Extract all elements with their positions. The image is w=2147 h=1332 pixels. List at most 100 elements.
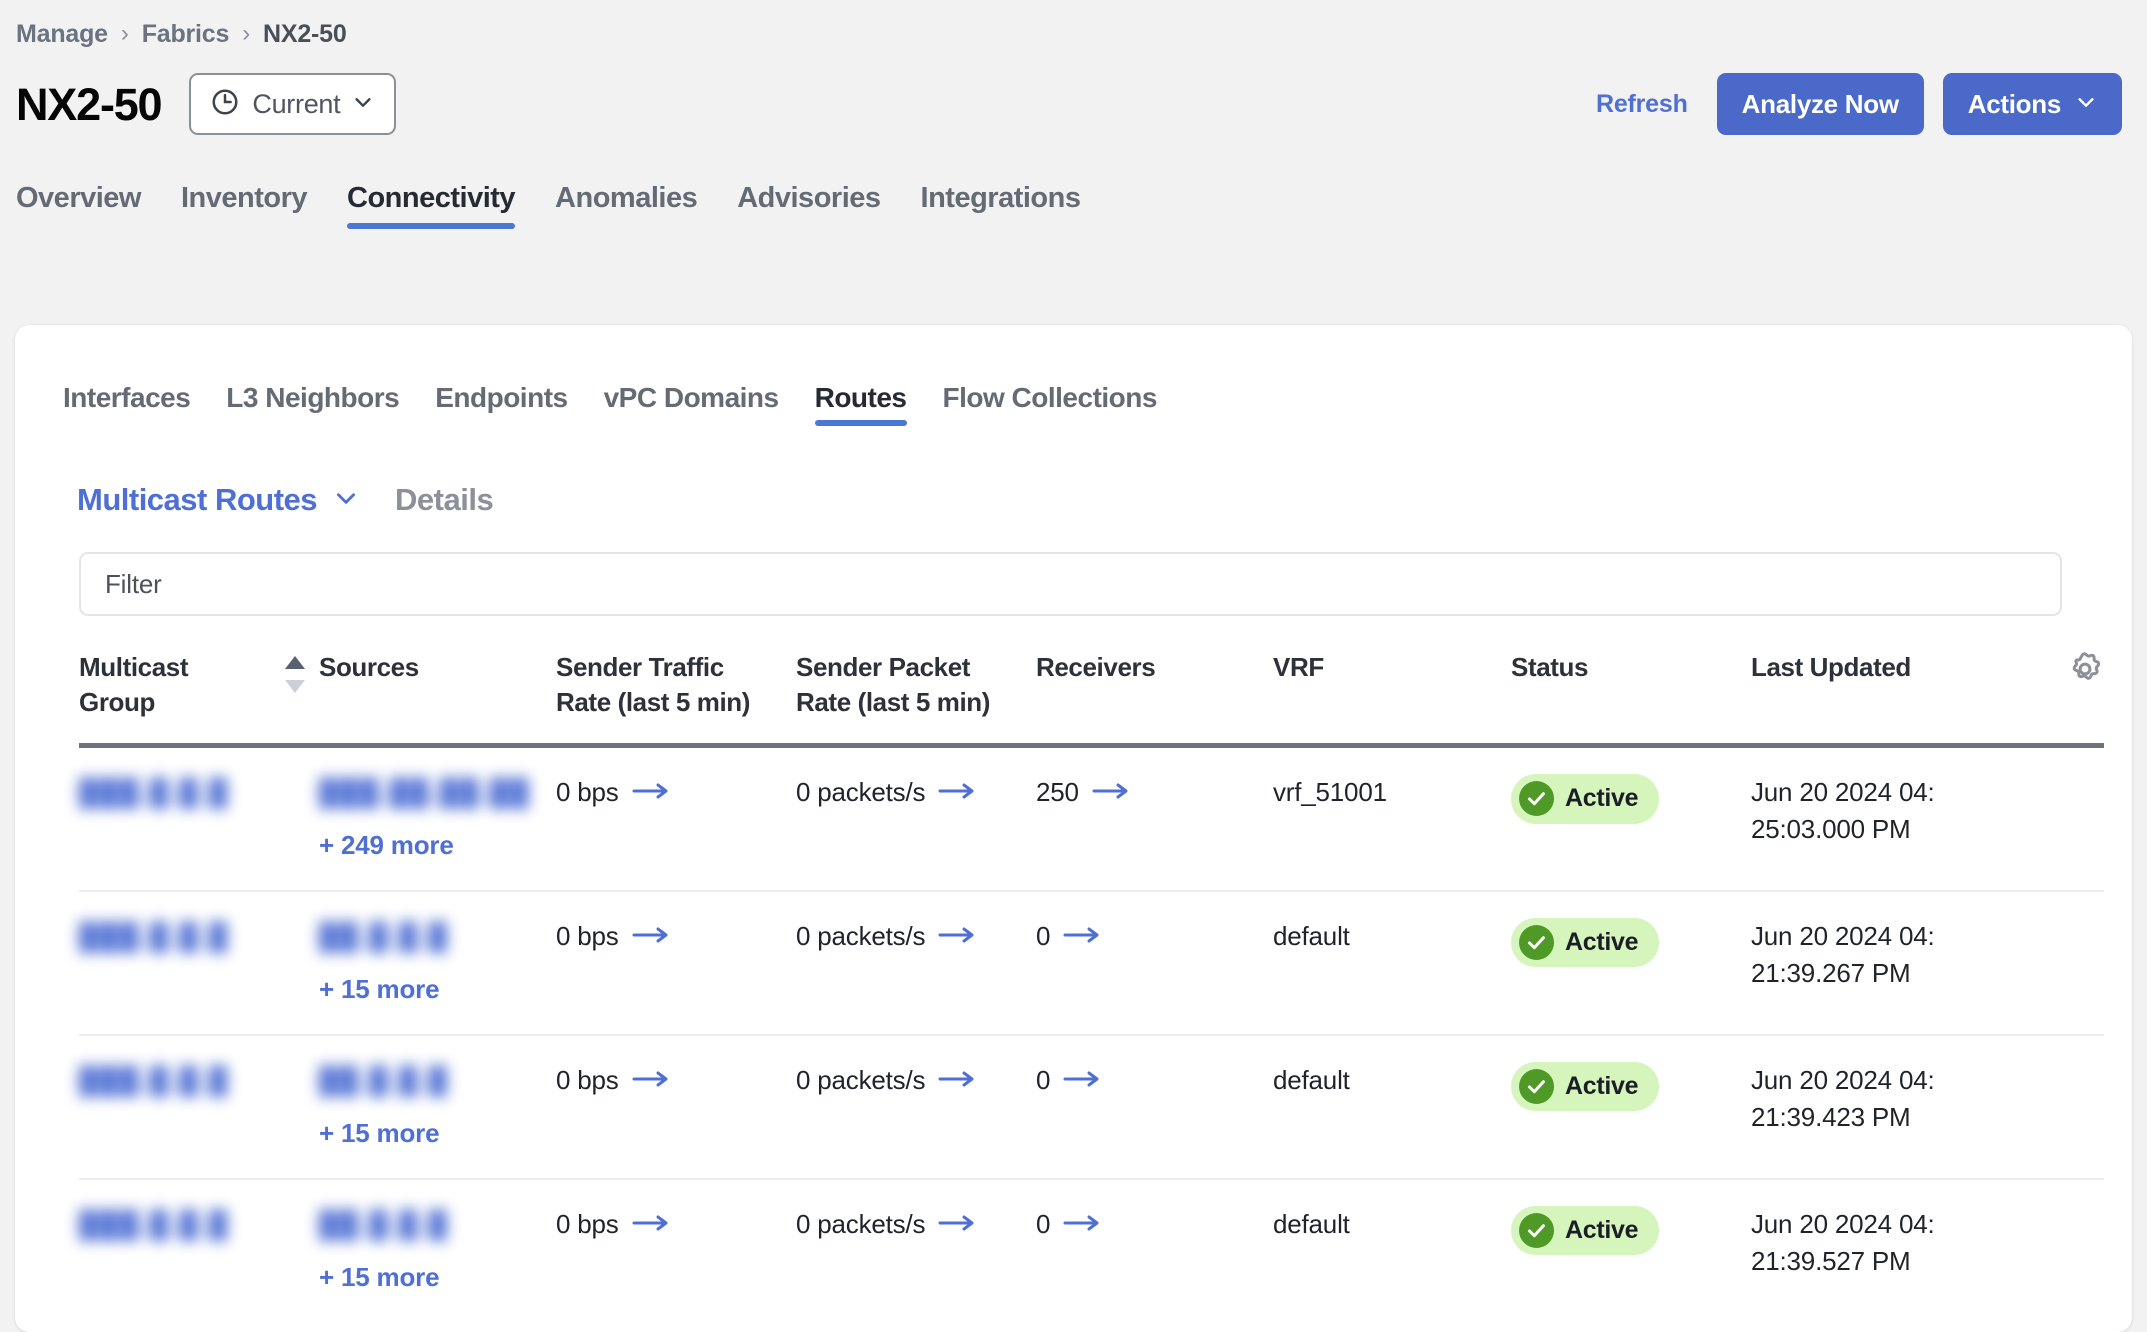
- cell-status: Active: [1511, 1034, 1751, 1180]
- cell-spacer: [2036, 1034, 2104, 1180]
- cell-sender-packet-rate: 0 packets/s: [796, 890, 1036, 1036]
- column-header-vrf[interactable]: VRF: [1273, 650, 1511, 749]
- check-circle-icon: [1519, 925, 1554, 961]
- source-value[interactable]: ██.█.█.█: [319, 1062, 449, 1099]
- cell-multicast-group: ███.█.█.█: [79, 890, 319, 1036]
- multicast-group-value[interactable]: ███.█.█.█: [79, 774, 229, 811]
- traffic-rate-value: 0 bps: [556, 777, 619, 808]
- refresh-button[interactable]: Refresh: [1586, 86, 1698, 123]
- subtab-interfaces[interactable]: Interfaces: [63, 384, 208, 426]
- column-header-last-updated[interactable]: Last Updated: [1751, 650, 2036, 749]
- breadcrumb-item-current[interactable]: NX2-50: [263, 20, 347, 49]
- cell-last-updated: Jun 20 2024 04: 21:39.527 PM: [1751, 1208, 1935, 1276]
- table-header-row: Multicast Group Sources Sender Traffic R…: [79, 650, 2104, 749]
- column-header-multicast-group[interactable]: Multicast Group: [79, 650, 319, 749]
- packet-rate-value: 0 packets/s: [796, 1064, 926, 1095]
- trend-arrow-icon: [632, 774, 672, 811]
- table-row[interactable]: ███.█.█.█ ██.█.█.█ + 15 more 0 bps 0 pac…: [79, 890, 2104, 1036]
- trend-arrow-icon: [1063, 918, 1103, 955]
- cell-status: Active: [1511, 890, 1751, 1036]
- table-row[interactable]: ███.█.█.█ ██.█.█.█ + 15 more 0 bps 0 pac…: [79, 1179, 2104, 1322]
- breadcrumb-item-fabrics[interactable]: Fabrics: [142, 20, 230, 49]
- cell-status: Active: [1511, 1179, 1751, 1322]
- status-label: Active: [1565, 927, 1639, 956]
- cell-vrf: default: [1273, 1034, 1511, 1180]
- actions-button[interactable]: Actions: [1942, 73, 2122, 135]
- tab-inventory[interactable]: Inventory: [161, 184, 327, 229]
- cell-spacer: [2036, 890, 2104, 1036]
- traffic-rate-value: 0 bps: [556, 1208, 619, 1239]
- analyze-now-button[interactable]: Analyze Now: [1716, 73, 1924, 135]
- sources-more-link[interactable]: + 15 more: [319, 1115, 542, 1152]
- sources-more-link[interactable]: + 15 more: [319, 1259, 542, 1296]
- tab-advisories[interactable]: Advisories: [717, 184, 900, 229]
- breadcrumb-separator-icon: ›: [120, 19, 129, 47]
- route-type-dropdown[interactable]: Multicast Routes: [77, 482, 359, 518]
- tab-integrations[interactable]: Integrations: [901, 184, 1101, 229]
- column-label: Multicast Group: [79, 652, 189, 717]
- header-actions: Refresh Analyze Now Actions: [1586, 73, 2122, 135]
- filter-input[interactable]: [79, 552, 2062, 616]
- packet-rate-value: 0 packets/s: [796, 777, 926, 808]
- routes-table-wrap: Multicast Group Sources Sender Traffic R…: [15, 650, 2132, 1321]
- trend-arrow-icon: [938, 918, 978, 955]
- gear-icon[interactable]: [2066, 652, 2104, 694]
- status-label: Active: [1565, 1071, 1639, 1100]
- column-header-receivers[interactable]: Receivers: [1036, 650, 1273, 749]
- receivers-value: 0: [1036, 1208, 1051, 1239]
- cell-last-updated: Jun 20 2024 04: 25:03.000 PM: [1751, 745, 2036, 892]
- tab-overview[interactable]: Overview: [16, 184, 161, 229]
- main-tabs: Overview Inventory Connectivity Anomalie…: [0, 167, 2147, 229]
- trend-arrow-icon: [632, 1206, 672, 1243]
- column-header-sender-packet-rate[interactable]: Sender Packet Rate (last 5 min): [796, 650, 1036, 749]
- status-label: Active: [1565, 1215, 1639, 1244]
- cell-vrf: default: [1273, 1208, 1350, 1239]
- time-range-selector[interactable]: Current: [189, 73, 397, 135]
- sources-more-link[interactable]: + 15 more: [319, 971, 542, 1008]
- cell-receivers: 0: [1036, 1179, 1273, 1322]
- multicast-group-value[interactable]: ███.█.█.█: [79, 918, 229, 955]
- subtab-l3-neighbors[interactable]: L3 Neighbors: [208, 384, 417, 426]
- cell-last-updated: Jun 20 2024 04: 21:39.267 PM: [1751, 890, 2036, 1036]
- tab-anomalies[interactable]: Anomalies: [535, 184, 717, 229]
- trend-arrow-icon: [938, 1062, 978, 1099]
- multicast-group-value[interactable]: ███.█.█.█: [79, 1062, 229, 1099]
- column-header-sources[interactable]: Sources: [319, 650, 556, 749]
- multicast-group-value[interactable]: ███.█.█.█: [79, 1206, 229, 1243]
- status-badge: Active: [1511, 1061, 1660, 1112]
- packet-rate-value: 0 packets/s: [796, 920, 926, 951]
- breadcrumb-item-manage[interactable]: Manage: [16, 20, 108, 49]
- table-row[interactable]: ███.█.█.█ ██.█.█.█ + 15 more 0 bps 0 pac…: [79, 1034, 2104, 1180]
- subtab-flow-collections[interactable]: Flow Collections: [925, 384, 1175, 426]
- sort-ascending-icon: [285, 656, 305, 669]
- trend-arrow-icon: [938, 774, 978, 811]
- chevron-down-icon: [2075, 89, 2097, 120]
- cell-sender-traffic-rate: 0 bps: [556, 1179, 796, 1322]
- page-title: NX2-50: [16, 78, 163, 130]
- route-type-label: Multicast Routes: [77, 482, 318, 517]
- trend-arrow-icon: [1063, 1062, 1103, 1099]
- source-value[interactable]: ██.█.█.█: [319, 918, 449, 955]
- receivers-value: 0: [1036, 920, 1051, 951]
- tab-connectivity[interactable]: Connectivity: [327, 184, 535, 229]
- table-row[interactable]: ███.█.█.█ ███.██.██.██ + 249 more 0 bps: [79, 745, 2104, 892]
- connectivity-card: Interfaces L3 Neighbors Endpoints vPC Do…: [15, 325, 2132, 1332]
- sources-more-link[interactable]: + 249 more: [319, 827, 542, 864]
- status-badge: Active: [1511, 917, 1660, 968]
- breadcrumb: Manage › Fabrics › NX2-50: [0, 0, 2147, 49]
- cell-multicast-group: ███.█.█.█: [79, 1179, 319, 1322]
- source-value[interactable]: ███.██.██.██: [319, 774, 530, 811]
- cell-status: Active: [1511, 745, 1751, 892]
- trend-arrow-icon: [632, 1062, 672, 1099]
- column-header-status[interactable]: Status: [1511, 650, 1751, 749]
- subtab-routes[interactable]: Routes: [797, 384, 925, 426]
- subtab-endpoints[interactable]: Endpoints: [417, 384, 585, 426]
- cell-spacer: [2036, 745, 2104, 892]
- trend-arrow-icon: [1063, 1206, 1103, 1243]
- subtab-vpc-domains[interactable]: vPC Domains: [586, 384, 797, 426]
- cell-spacer: [2036, 1179, 2104, 1322]
- source-value[interactable]: ██.█.█.█: [319, 1206, 449, 1243]
- details-link[interactable]: Details: [395, 482, 494, 518]
- sort-toggle-icon[interactable]: [285, 656, 305, 693]
- column-header-sender-traffic-rate[interactable]: Sender Traffic Rate (last 5 min): [556, 650, 796, 749]
